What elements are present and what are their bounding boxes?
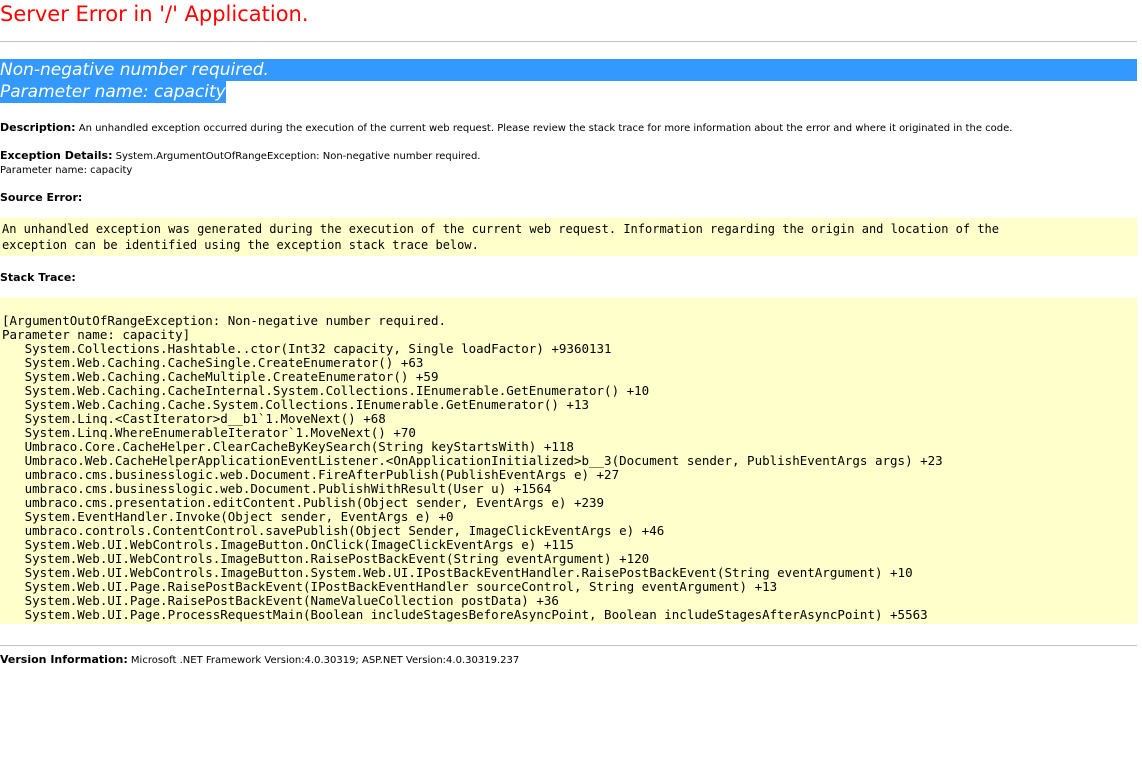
stack-trace-line: System.Web.UI.WebControls.ImageButton.Sy… [2, 565, 913, 580]
top-divider [0, 41, 1137, 42]
exception-details-text: System.ArgumentOutOfRangeException: Non-… [112, 151, 481, 162]
stack-trace-line: System.Web.Caching.CacheMultiple.CreateE… [2, 369, 439, 384]
description-section: Description: An unhandled exception occu… [0, 121, 1012, 136]
stack-trace-line: Umbraco.Web.CacheHelperApplicationEventL… [2, 453, 943, 468]
stack-trace-line: System.Web.UI.Page.RaisePostBackEvent(IP… [2, 579, 778, 594]
stack-trace-line: System.Linq.<CastIterator>d__b1`1.MoveNe… [2, 411, 386, 426]
bottom-divider [0, 645, 1137, 646]
exception-details-label: Exception Details: [0, 149, 113, 162]
description-label: Description: [0, 121, 76, 134]
exception-details-section: Exception Details: System.ArgumentOutOfR… [0, 149, 480, 178]
version-info-label: Version Information: [0, 653, 128, 666]
source-error-section: Source Error: [0, 191, 82, 206]
page-title: Server Error in '/' Application. [0, 2, 309, 26]
source-error-box: An unhandled exception was generated dur… [0, 218, 1137, 256]
version-info-text: Microsoft .NET Framework Version:4.0.303… [127, 655, 520, 666]
stack-trace-line: Umbraco.Core.CacheHelper.ClearCacheByKey… [2, 439, 574, 454]
stack-trace-line: System.Web.UI.Page.ProcessRequestMain(Bo… [2, 607, 928, 622]
stack-trace-line: [ArgumentOutOfRangeException: Non-negati… [2, 313, 447, 328]
source-error-line: An unhandled exception was generated dur… [2, 222, 999, 236]
stack-trace-section: Stack Trace: [0, 271, 76, 286]
source-error-line: exception can be identified using the ex… [2, 238, 479, 252]
stack-trace-line: Parameter name: capacity] [2, 327, 191, 342]
stack-trace-line: umbraco.controls.ContentControl.savePubl… [2, 523, 665, 538]
stack-trace-line: System.Web.UI.WebControls.ImageButton.Ra… [2, 551, 650, 566]
version-info-section: Version Information: Microsoft .NET Fram… [0, 653, 519, 668]
stack-trace-label: Stack Trace: [0, 271, 76, 284]
stack-trace-line: System.Web.UI.Page.RaisePostBackEvent(Na… [2, 593, 559, 608]
exception-details-param: Parameter name: capacity [0, 165, 133, 176]
description-text: An unhandled exception occurred during t… [75, 123, 1013, 134]
stack-trace-line: umbraco.cms.businesslogic.web.Document.P… [2, 481, 552, 496]
error-message: Non-negative number required. [0, 59, 1137, 81]
stack-trace-line: System.Collections.Hashtable..ctor(Int32… [2, 341, 612, 356]
stack-trace-line: umbraco.cms.businesslogic.web.Document.F… [2, 467, 620, 482]
stack-trace-line: System.Web.UI.WebControls.ImageButton.On… [2, 537, 574, 552]
stack-trace-line: System.Web.Caching.CacheSingle.CreateEnu… [2, 355, 424, 370]
stack-trace-box: [ArgumentOutOfRangeException: Non-negati… [0, 298, 1137, 624]
error-message-banner: Non-negative number required. Parameter … [0, 59, 1137, 103]
stack-trace-line: System.EventHandler.Invoke(Object sender… [2, 509, 454, 524]
stack-trace-line: umbraco.cms.presentation.editContent.Pub… [2, 495, 605, 510]
stack-trace-line: System.Web.Caching.CacheInternal.System.… [2, 383, 650, 398]
source-error-label: Source Error: [0, 191, 83, 204]
stack-trace-line: System.Web.Caching.Cache.System.Collecti… [2, 397, 589, 412]
stack-trace-line: System.Linq.WhereEnumerableIterator`1.Mo… [2, 425, 416, 440]
error-parameter: Parameter name: capacity [0, 81, 226, 103]
